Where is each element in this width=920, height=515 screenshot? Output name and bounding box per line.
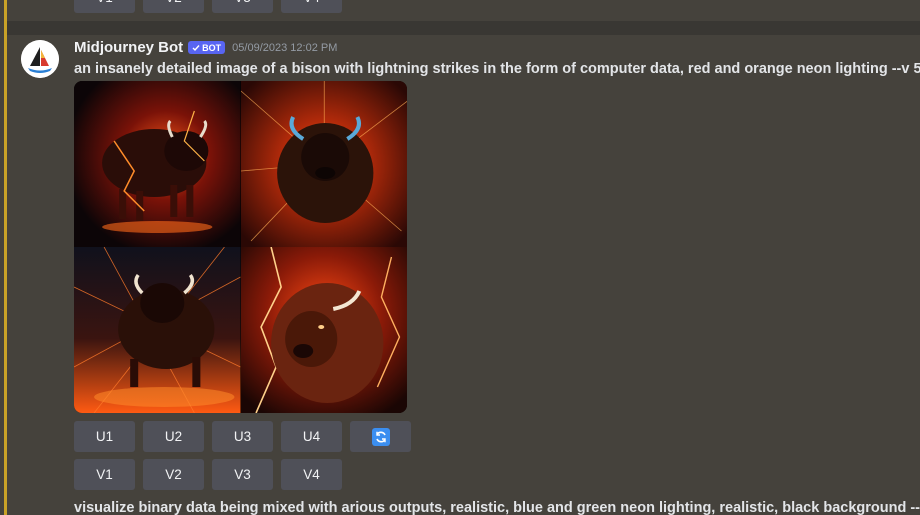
previous-v1-button[interactable]: V1 [74, 0, 135, 13]
v1-button[interactable]: V1 [74, 459, 135, 490]
refresh-icon [371, 427, 390, 446]
previous-v4-button[interactable]: V4 [281, 0, 342, 13]
v3-button[interactable]: V3 [212, 459, 273, 490]
reroll-button[interactable] [350, 421, 411, 452]
next-prompt-text: visualize binary data being mixed with a… [74, 500, 920, 515]
avatar[interactable] [21, 40, 59, 78]
username[interactable]: Midjourney Bot [74, 39, 183, 56]
checkmark-icon [192, 44, 200, 51]
v2-button[interactable]: V2 [143, 459, 204, 490]
u3-button[interactable]: U3 [212, 421, 273, 452]
previous-v2-button[interactable]: V2 [143, 0, 204, 13]
bison-image-3[interactable] [74, 247, 241, 413]
u1-button[interactable]: U1 [74, 421, 135, 452]
bot-badge-label: BOT [202, 42, 222, 53]
prompt-text: an insanely detailed image of a bison wi… [74, 61, 920, 77]
bot-message: Midjourney Bot BOT 05/09/2023 12:02 PM a… [0, 35, 920, 515]
timestamp: 05/09/2023 12:02 PM [232, 41, 338, 54]
bison-image-2[interactable] [240, 81, 407, 247]
upscale-buttons: U1 U2 U3 U4 [74, 421, 411, 452]
message-header: Midjourney Bot BOT 05/09/2023 12:02 PM [74, 39, 337, 56]
u4-button[interactable]: U4 [281, 421, 342, 452]
midjourney-boat-icon [21, 40, 59, 78]
previous-v3-button[interactable]: V3 [212, 0, 273, 13]
v4-button[interactable]: V4 [281, 459, 342, 490]
bison-image-1[interactable] [74, 81, 241, 247]
previous-message: V1 V2 V3 V4 [0, 0, 920, 22]
bot-badge: BOT [188, 41, 226, 54]
bison-image-4[interactable] [240, 247, 407, 413]
image-grid[interactable] [74, 81, 407, 413]
previous-variation-buttons: V1 V2 V3 V4 [74, 0, 342, 13]
message-divider [7, 21, 920, 35]
variation-buttons: V1 V2 V3 V4 [74, 459, 342, 490]
u2-button[interactable]: U2 [143, 421, 204, 452]
